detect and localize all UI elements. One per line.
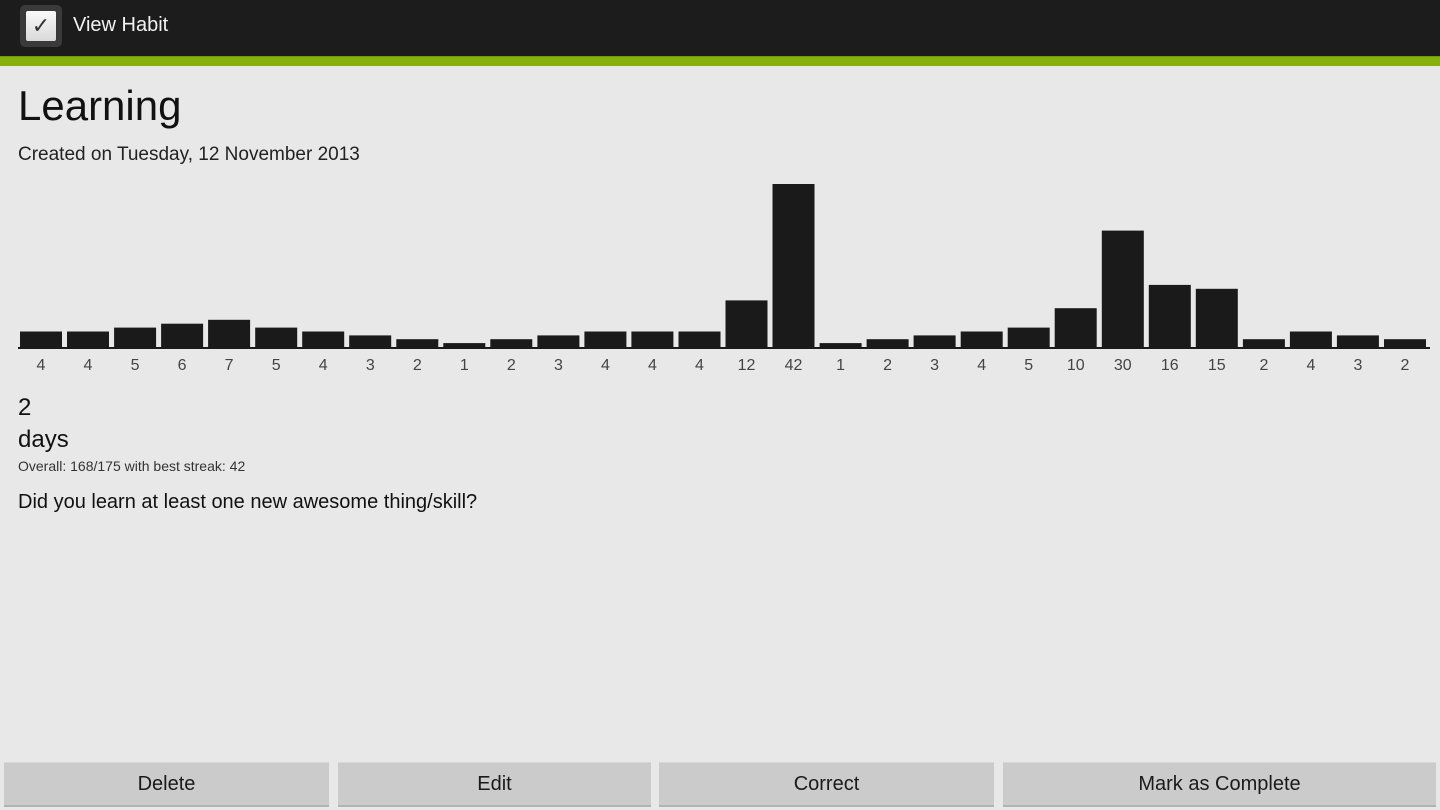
action-bar-accent-divider <box>0 56 1440 66</box>
chart-bar <box>678 331 721 347</box>
chart-bar-label: 12 <box>738 357 756 374</box>
chart-bar-label: 4 <box>695 357 704 374</box>
button-bar: Delete Edit Correct Mark as Complete <box>0 760 1440 810</box>
chart-bar <box>584 331 627 347</box>
chart-bar <box>772 184 815 347</box>
chart-bar-label: 10 <box>1067 357 1085 374</box>
created-date: Created on Tuesday, 12 November 2013 <box>18 144 360 165</box>
chart-bar <box>114 327 157 347</box>
chart-bar <box>67 331 109 347</box>
chart-bar-label: 4 <box>601 357 610 374</box>
chart-bar <box>1289 331 1332 347</box>
chart-bar-label: 3 <box>1354 357 1363 374</box>
chart-bar <box>1007 327 1050 347</box>
chart-bar <box>161 323 204 347</box>
chart-bar-label: 3 <box>930 357 939 374</box>
chart-bar-label: 2 <box>507 357 516 374</box>
chart-bar-label: 16 <box>1161 357 1179 374</box>
chart-bar-label: 6 <box>178 357 187 374</box>
correct-button[interactable]: Correct <box>659 762 994 807</box>
chart-bar <box>490 339 533 347</box>
chart-bar-label: 5 <box>272 357 281 374</box>
chart-bar-label: 2 <box>413 357 422 374</box>
chart-bar <box>631 331 674 347</box>
chart-bar <box>866 339 909 347</box>
chart-bar-label: 1 <box>460 357 469 374</box>
chart-bar <box>1336 335 1379 347</box>
chart-bar-label: 42 <box>785 357 803 374</box>
chart-bar-label: 7 <box>225 357 234 374</box>
chart-bar-label: 2 <box>1401 357 1410 374</box>
chart-bar <box>1384 339 1426 347</box>
mark-complete-button[interactable]: Mark as Complete <box>1003 762 1436 807</box>
chart-bar <box>208 319 251 347</box>
chart-bar <box>443 343 486 347</box>
chart-bar <box>1242 339 1285 347</box>
chart-bar-label: 30 <box>1114 357 1132 374</box>
edit-button[interactable]: Edit <box>338 762 651 807</box>
chart-bar-label: 4 <box>977 357 986 374</box>
habit-title: Learning <box>18 82 182 129</box>
chart-bar <box>725 300 768 347</box>
action-bar: ✓ View Habit <box>0 0 1440 66</box>
chart-bar-label: 5 <box>131 357 140 374</box>
chart-bar <box>913 335 956 347</box>
chart-bar <box>255 327 298 347</box>
chart-bar <box>537 335 580 347</box>
habit-question: Did you learn at least one new awesome t… <box>18 491 478 513</box>
checkbox-checked-icon: ✓ <box>26 11 56 41</box>
app-icon[interactable]: ✓ <box>20 5 62 47</box>
current-streak-value: 2 <box>18 394 32 421</box>
chart-bar <box>302 331 345 347</box>
chart-bar <box>960 331 1003 347</box>
chart-bar <box>819 343 862 347</box>
chart-bar-label: 2 <box>1259 357 1268 374</box>
chart-bar <box>1148 284 1191 347</box>
chart-bar-label: 5 <box>1024 357 1033 374</box>
chart-bar <box>1101 230 1144 347</box>
chart-bar-label: 4 <box>648 357 657 374</box>
chart-bar-label: 2 <box>883 357 892 374</box>
chart-bar <box>1195 288 1238 347</box>
chart-bar <box>20 331 62 347</box>
chart-bar <box>396 339 439 347</box>
overall-stats: Overall: 168/175 with best streak: 42 <box>18 458 246 474</box>
chart-bar-label: 4 <box>84 357 93 374</box>
chart-bar-label: 1 <box>836 357 845 374</box>
chart-bar-label: 4 <box>1306 357 1315 374</box>
delete-button[interactable]: Delete <box>4 762 329 807</box>
chart-bar-label: 3 <box>554 357 563 374</box>
current-streak-unit: days <box>18 426 69 453</box>
chart-bar <box>349 335 392 347</box>
chart-bar-label: 15 <box>1208 357 1226 374</box>
app-title: View Habit <box>73 14 169 36</box>
chart-bar-label: 4 <box>319 357 328 374</box>
streak-chart: 4 4 5 6 7 5 4 3 2 1 2 3 4 4 4 12 42 1 2 3 4 5 10 30 16 15 2 4 3 2 <box>18 184 1430 374</box>
chart-bar-label: 3 <box>366 357 375 374</box>
chart-bar <box>1054 308 1097 347</box>
chart-bar-label: 4 <box>37 357 46 374</box>
